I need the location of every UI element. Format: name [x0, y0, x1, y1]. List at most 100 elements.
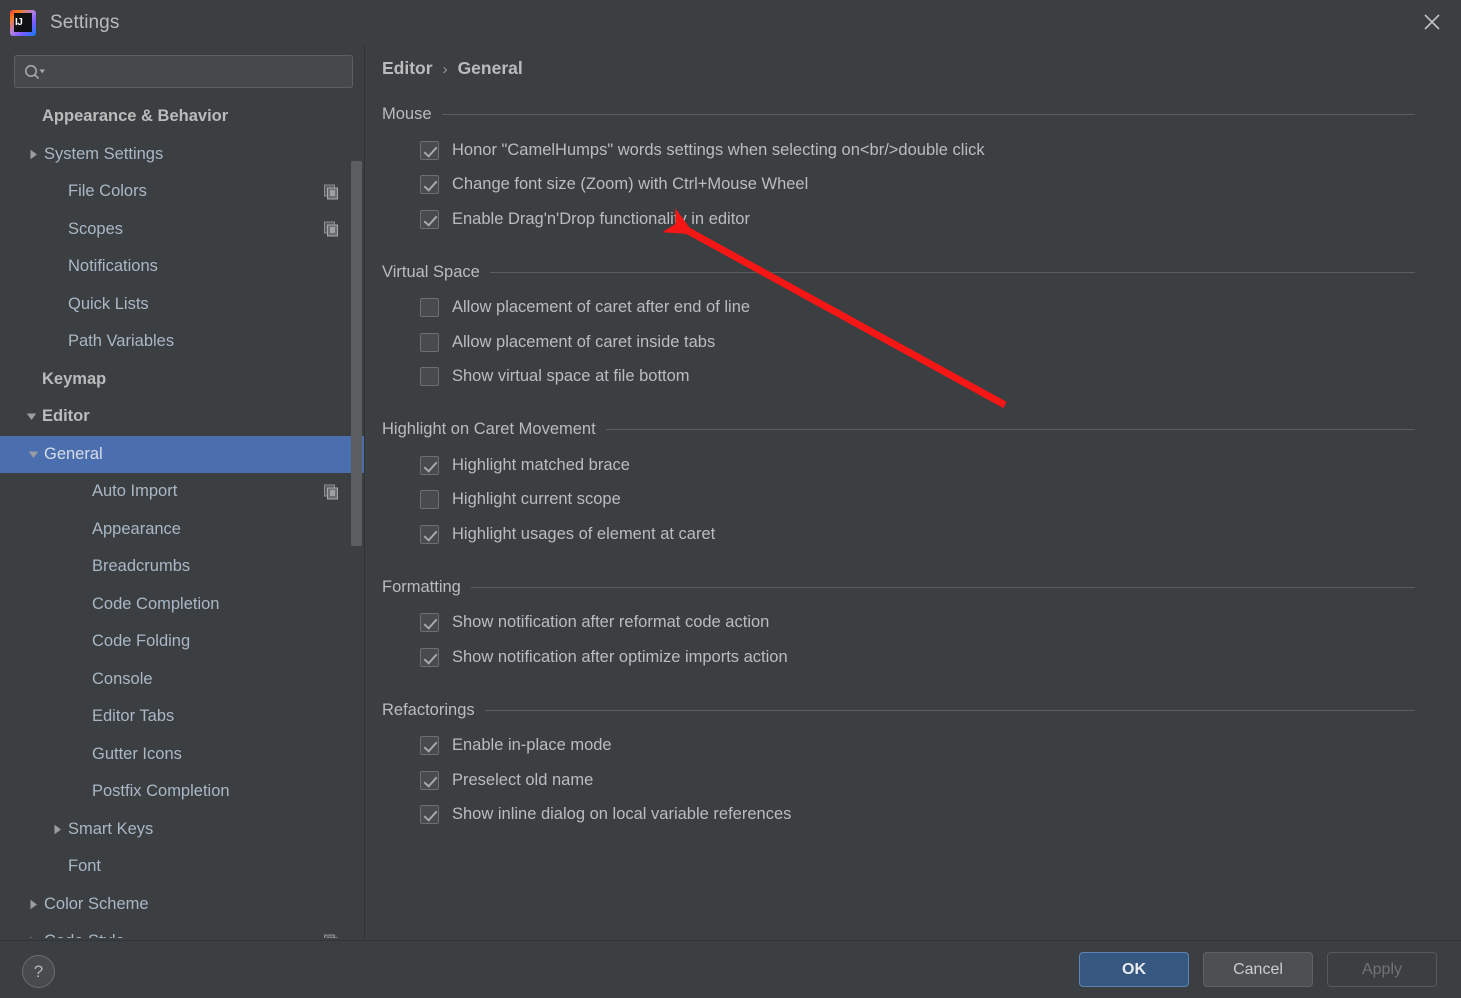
checkbox-row[interactable]: Change font size (Zoom) with Ctrl+Mouse … [420, 168, 1461, 203]
sidebar-item-scopes[interactable]: Scopes [0, 211, 365, 249]
checkbox-row[interactable]: Honor "CamelHumps" words settings when s… [420, 133, 1461, 168]
intellij-logo-icon: IJ [10, 9, 36, 36]
chevron-down-icon[interactable] [22, 448, 44, 461]
checkbox-checked-icon[interactable] [420, 613, 439, 633]
sidebar-item-label: Breadcrumbs [92, 557, 191, 576]
sidebar-item-breadcrumbs[interactable]: Breadcrumbs [0, 548, 365, 586]
sidebar-item-color-scheme[interactable]: Color Scheme [0, 886, 365, 924]
copy-settings-icon [324, 221, 339, 237]
checkbox-checked-icon[interactable] [420, 647, 439, 667]
sidebar-item-label: Appearance [92, 519, 181, 538]
checkbox-row[interactable]: Allow placement of caret inside tabs [420, 325, 1461, 360]
checkbox-row[interactable]: Show notification after optimize imports… [420, 640, 1461, 675]
checkbox-unchecked-icon[interactable] [420, 332, 439, 352]
checkbox-row[interactable]: Highlight matched brace [420, 448, 1461, 483]
checkbox-label: Highlight matched brace [452, 455, 630, 474]
copy-settings-icon [324, 184, 339, 200]
settings-sections: Mouse Honor "CamelHumps" words settings w… [366, 105, 1461, 832]
window-title: Settings [50, 11, 120, 33]
sidebar-item-auto-import[interactable]: Auto Import [0, 473, 365, 511]
checkbox-checked-icon[interactable] [420, 736, 439, 756]
logo-text: IJ [15, 16, 23, 28]
checkbox-row[interactable]: Enable in-place mode [420, 729, 1461, 764]
sidebar-item-file-colors[interactable]: File Colors [0, 173, 365, 211]
checkbox-unchecked-icon[interactable] [420, 490, 439, 510]
checkbox-row[interactable]: Highlight usages of element at caret [420, 517, 1461, 552]
sidebar-item-path-variables[interactable]: Path Variables [0, 323, 365, 361]
cancel-button[interactable]: Cancel [1203, 952, 1313, 987]
sidebar-item-font[interactable]: Font [0, 848, 365, 886]
section-title: Formatting [382, 577, 461, 596]
close-icon[interactable] [1415, 6, 1449, 38]
sidebar-item-postfix-completion[interactable]: Postfix Completion [0, 773, 365, 811]
checkbox-row[interactable]: Preselect old name [420, 763, 1461, 798]
checkbox-unchecked-icon[interactable] [420, 298, 439, 318]
sidebar-item-quick-lists[interactable]: Quick Lists [0, 286, 365, 324]
ok-button[interactable]: OK [1079, 952, 1189, 987]
sidebar-item-editor-tabs[interactable]: Editor Tabs [0, 698, 365, 736]
sidebar-item-appearance[interactable]: Appearance [0, 511, 365, 549]
checkbox-row[interactable]: Allow placement of caret after end of li… [420, 291, 1461, 326]
sidebar-item-editor[interactable]: Editor [0, 398, 365, 436]
sidebar-item-general[interactable]: General [0, 435, 365, 473]
chevron-down-icon[interactable] [20, 410, 42, 423]
checkbox-checked-icon[interactable] [420, 805, 439, 825]
section-options: Honor "CamelHumps" words settings when s… [366, 124, 1461, 237]
section-options: Show notification after reformat code ac… [366, 597, 1461, 675]
chevron-right-icon[interactable] [22, 935, 44, 938]
search-input[interactable] [46, 63, 352, 80]
section-title: Highlight on Caret Movement [382, 420, 596, 438]
checkbox-row[interactable]: Show virtual space at file bottom [420, 360, 1461, 395]
chevron-right-icon[interactable] [22, 148, 44, 161]
sidebar-item-notifications[interactable]: Notifications [0, 248, 365, 286]
chevron-right-icon[interactable] [46, 823, 68, 836]
section-divider [489, 271, 1415, 273]
sidebar-item-appearance-behavior[interactable]: Appearance & Behavior [0, 98, 365, 136]
checkbox-row[interactable]: Enable Drag'n'Drop functionality in edit… [420, 202, 1461, 237]
checkbox-checked-icon[interactable] [420, 524, 439, 544]
checkbox-label: Honor "CamelHumps" words settings when s… [452, 140, 985, 159]
checkbox-row[interactable]: Show notification after reformat code ac… [420, 606, 1461, 641]
sidebar-item-system-settings[interactable]: System Settings [0, 136, 365, 174]
checkbox-checked-icon[interactable] [420, 455, 439, 475]
checkbox-label: Preselect old name [452, 770, 594, 789]
sidebar-item-keymap[interactable]: Keymap [0, 361, 365, 399]
sidebar-item-label: Code Completion [92, 594, 220, 613]
search-box[interactable] [14, 55, 353, 88]
checkbox-checked-icon[interactable] [420, 209, 439, 229]
checkbox-unchecked-icon[interactable] [420, 367, 439, 387]
sidebar-item-label: Auto Import [92, 482, 178, 501]
sidebar-item-smart-keys[interactable]: Smart Keys [0, 811, 365, 849]
sidebar-item-label: Gutter Icons [92, 744, 182, 763]
checkbox-row[interactable]: Show inline dialog on local variable ref… [420, 798, 1461, 833]
sidebar-item-label: Scopes [68, 219, 124, 238]
sidebar-item-label: Code Folding [92, 632, 191, 651]
sidebar-item-console[interactable]: Console [0, 661, 365, 699]
chevron-right-icon[interactable] [22, 898, 44, 911]
sidebar-scrollbar-thumb[interactable] [351, 161, 362, 546]
checkbox-label: Allow placement of caret after end of li… [452, 298, 751, 317]
sidebar-item-label: Postfix Completion [92, 782, 230, 801]
sidebar-item-label: Notifications [68, 257, 158, 276]
section-mouse: Mouse Honor "CamelHumps" words settings w… [366, 105, 1461, 237]
sidebar-item-code-folding[interactable]: Code Folding [0, 623, 365, 661]
checkbox-label: Highlight usages of element at caret [452, 524, 716, 543]
sidebar-item-label: Color Scheme [44, 894, 149, 913]
sidebar-item-label: Keymap [42, 369, 107, 388]
checkbox-checked-icon[interactable] [420, 770, 439, 790]
section-title: Virtual Space [382, 262, 480, 281]
settings-tree: Appearance & Behavior System Settings File… [0, 98, 365, 938]
checkbox-checked-icon[interactable] [420, 140, 439, 160]
sidebar-item-code-style[interactable]: Code Style [0, 923, 365, 938]
sidebar-item-label: Quick Lists [68, 294, 149, 313]
sidebar-item-gutter-icons[interactable]: Gutter Icons [0, 736, 365, 774]
checkbox-row[interactable]: Highlight current scope [420, 483, 1461, 518]
help-button[interactable]: ? [22, 955, 55, 988]
section-divider [441, 114, 1415, 115]
section-formatting: Formatting Show notification after reform… [366, 578, 1461, 675]
section-divider [605, 429, 1415, 430]
breadcrumb-root[interactable]: Editor [382, 58, 433, 79]
section-options: Enable in-place mode Preselect old name Sh… [366, 720, 1461, 833]
checkbox-checked-icon[interactable] [420, 175, 439, 195]
sidebar-item-code-completion[interactable]: Code Completion [0, 586, 365, 624]
